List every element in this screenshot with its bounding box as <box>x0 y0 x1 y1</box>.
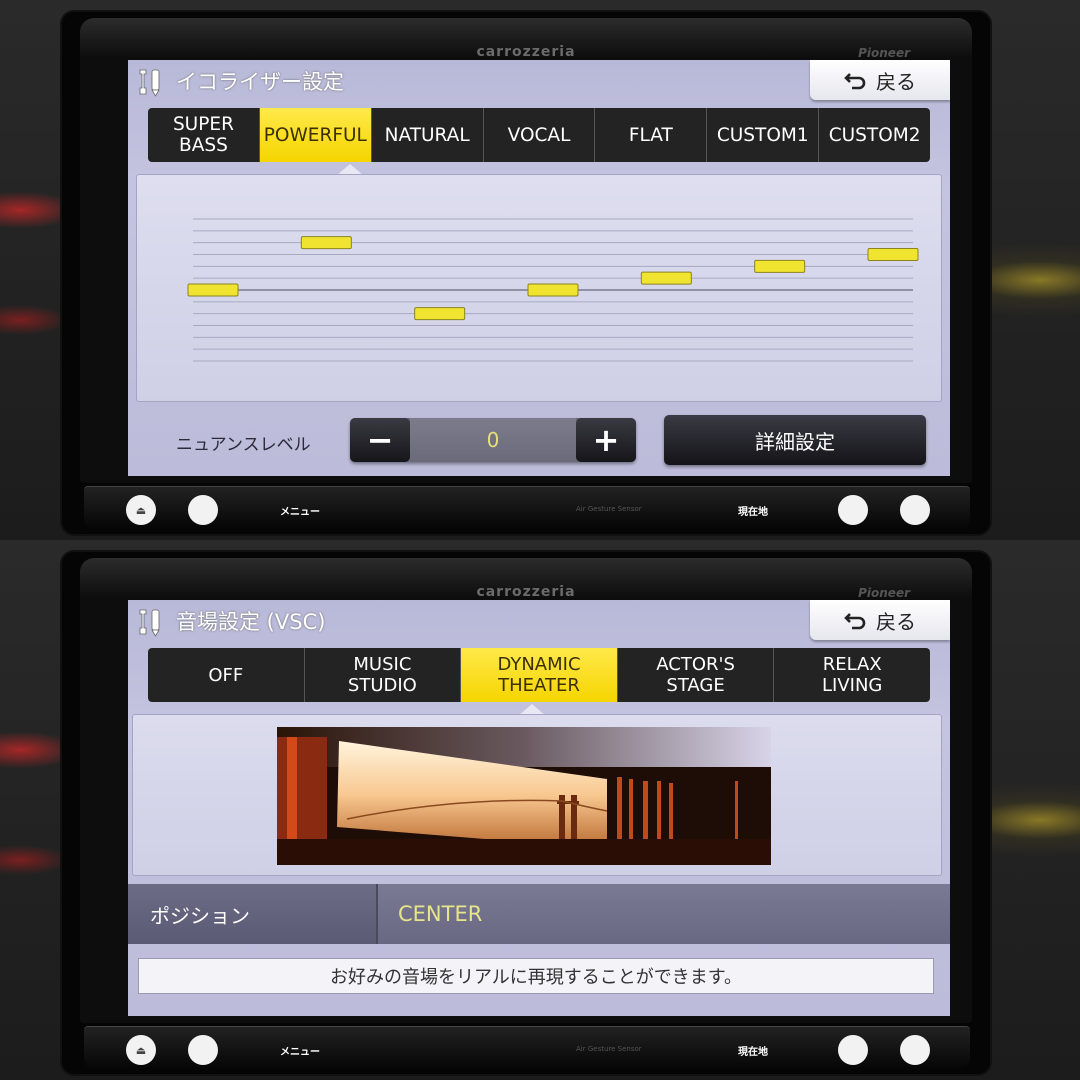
vsc-preview-panel <box>132 714 942 876</box>
eq-graph <box>187 218 919 362</box>
hardware-button-bar: ⏏ メニュー Air Gesture Sensor 現在地 <box>84 1026 970 1070</box>
eq-preset-tabs: SUPER BASS POWERFUL NATURAL VOCAL FLAT CUSTOM… <box>148 108 930 162</box>
eject-button[interactable]: ⏏ <box>126 495 156 525</box>
position-row: ポジション CENTER <box>128 884 950 944</box>
hardware-key-2[interactable] <box>188 1035 218 1065</box>
eq-tab-custom1[interactable]: CUSTOM1 <box>707 108 820 162</box>
hardware-key-4[interactable] <box>900 495 930 525</box>
eq-tab-powerful[interactable]: POWERFUL <box>259 108 372 162</box>
sensor-label: Air Gesture Sensor <box>576 505 642 513</box>
vsc-tab-dynamic-theater[interactable]: DYNAMIC THEATER <box>461 648 618 702</box>
eject-icon: ⏏ <box>135 1043 147 1057</box>
eq-tab-super-bass[interactable]: SUPER BASS <box>148 108 260 162</box>
nuance-level-label: ニュアンスレベル <box>176 435 311 455</box>
screen-equalizer: イコライザー設定 戻る SUPER BASS POWERFUL NATURAL VOC… <box>128 60 950 476</box>
eq-band-slider-1[interactable] <box>187 283 239 297</box>
hardware-key-3[interactable] <box>838 1035 868 1065</box>
eject-icon: ⏏ <box>135 503 147 517</box>
eq-tab-natural[interactable]: NATURAL <box>372 108 484 162</box>
head-unit: carrozzeria Pioneer 音場設定 (VSC) 戻る OFF MUS… <box>62 552 990 1074</box>
back-label: 戻る <box>876 69 916 94</box>
hardware-key-3[interactable] <box>838 495 868 525</box>
decrease-button[interactable]: − <box>350 418 410 462</box>
page-title: 音場設定 (VSC) <box>176 610 326 634</box>
bezel: carrozzeria Pioneer 音場設定 (VSC) 戻る OFF MUS… <box>80 558 972 1023</box>
nuance-level-stepper: − 0 + <box>350 418 636 462</box>
hint-message: お好みの音場をリアルに再現することができます。 <box>138 958 934 994</box>
eq-tab-vocal[interactable]: VOCAL <box>484 108 596 162</box>
eq-band-slider-4[interactable] <box>527 283 579 297</box>
pioneer-logo: Pioneer <box>858 46 910 60</box>
position-label: ポジション <box>128 884 376 944</box>
settings-tools-icon <box>139 609 160 637</box>
hardware-button-bar: ⏏ メニュー Air Gesture Sensor 現在地 <box>84 486 970 530</box>
eq-tab-custom2[interactable]: CUSTOM2 <box>819 108 930 162</box>
vsc-tab-relax-living[interactable]: RELAX LIVING <box>774 648 930 702</box>
photo-equalizer: carrozzeria Pioneer イコライザー設定 戻る SUPER BA… <box>0 0 1080 540</box>
pioneer-logo: Pioneer <box>858 586 910 600</box>
theater-image <box>277 727 771 865</box>
title-bar: 音場設定 (VSC) 戻る <box>128 600 950 644</box>
hardware-key-4[interactable] <box>900 1035 930 1065</box>
eq-band-slider-7[interactable] <box>867 248 919 261</box>
eq-band-slider-5[interactable] <box>640 271 692 285</box>
title-bar: イコライザー設定 戻る <box>128 60 950 104</box>
back-button[interactable]: 戻る <box>810 600 950 640</box>
increase-button[interactable]: + <box>576 418 636 462</box>
return-arrow-icon <box>844 613 866 630</box>
head-unit: carrozzeria Pioneer イコライザー設定 戻る SUPER BA… <box>62 12 990 534</box>
eq-band-slider-2[interactable] <box>300 236 352 250</box>
eject-button[interactable]: ⏏ <box>126 1035 156 1065</box>
eq-graph-panel <box>136 174 942 402</box>
back-label: 戻る <box>876 609 916 634</box>
sensor-label: Air Gesture Sensor <box>576 1045 642 1053</box>
current-location-key[interactable]: 現在地 <box>738 503 768 518</box>
photo-vsc: carrozzeria Pioneer 音場設定 (VSC) 戻る OFF MUS… <box>0 540 1080 1080</box>
menu-key[interactable]: メニュー <box>280 1043 320 1058</box>
nuance-level-value: 0 <box>410 418 576 462</box>
bezel: carrozzeria Pioneer イコライザー設定 戻る SUPER BA… <box>80 18 972 483</box>
position-value[interactable]: CENTER <box>376 884 950 944</box>
vsc-tab-actor-s-stage[interactable]: ACTOR'S STAGE <box>618 648 775 702</box>
vsc-tab-music-studio[interactable]: MUSIC STUDIO <box>305 648 462 702</box>
theater-illustration <box>277 727 771 865</box>
brand-logo: carrozzeria <box>476 584 576 600</box>
page-title: イコライザー設定 <box>176 70 344 94</box>
brand-logo: carrozzeria <box>476 44 576 60</box>
vsc-mode-tabs: OFF MUSIC STUDIO DYNAMIC THEATER ACTOR'S STAGE… <box>148 648 930 702</box>
screen-vsc: 音場設定 (VSC) 戻る OFF MUSIC STUDIO DYNAMIC THEAT… <box>128 600 950 1016</box>
current-location-key[interactable]: 現在地 <box>738 1043 768 1058</box>
eq-band-slider-6[interactable] <box>754 259 806 273</box>
menu-key[interactable]: メニュー <box>280 503 320 518</box>
eq-tab-flat[interactable]: FLAT <box>595 108 708 162</box>
settings-tools-icon <box>139 69 160 97</box>
hardware-key-2[interactable] <box>188 495 218 525</box>
vsc-tab-off[interactable]: OFF <box>148 648 305 702</box>
detail-settings-button[interactable]: 詳細設定 <box>664 415 926 465</box>
eq-band-slider-3[interactable] <box>414 307 466 321</box>
back-button[interactable]: 戻る <box>810 60 950 100</box>
return-arrow-icon <box>844 73 866 90</box>
